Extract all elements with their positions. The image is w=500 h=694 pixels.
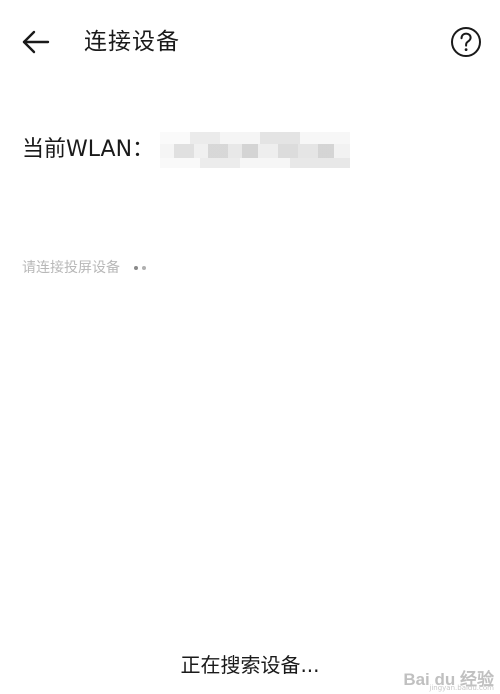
watermark-domain: jingyan.baidu.com bbox=[429, 684, 494, 692]
connect-hint-text: 请连接投屏设备 bbox=[22, 260, 120, 276]
current-wlan-row: 当前WLAN： bbox=[22, 132, 351, 168]
current-wlan-label: 当前WLAN： bbox=[22, 137, 155, 162]
back-button[interactable] bbox=[14, 24, 54, 60]
loading-dots-icon bbox=[134, 266, 146, 270]
baidu-jingyan-watermark: Bai du 经验 jingyan.baidu.com bbox=[403, 665, 494, 692]
arrow-left-icon bbox=[22, 30, 50, 54]
connect-hint-row: 请连接投屏设备 bbox=[22, 256, 146, 280]
help-button[interactable] bbox=[448, 24, 484, 60]
question-circle-icon bbox=[451, 27, 481, 57]
page-title: 连接设备 bbox=[84, 29, 180, 55]
wlan-name-blurred bbox=[160, 132, 351, 168]
app-header: 连接设备 bbox=[0, 0, 500, 84]
